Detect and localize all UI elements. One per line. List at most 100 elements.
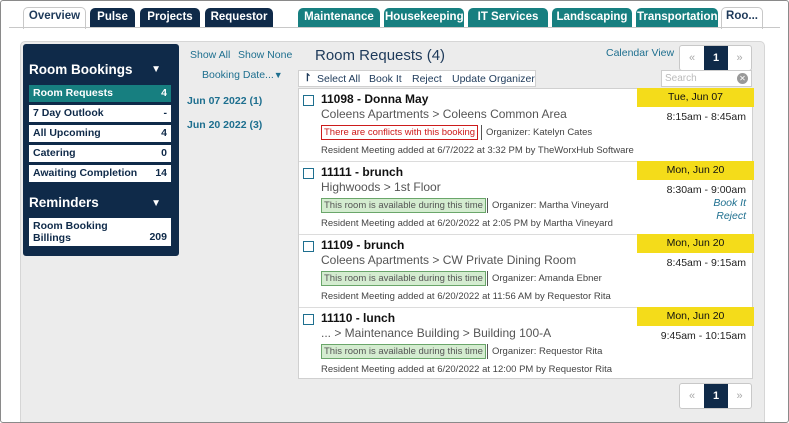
status-badge: This room is available during this time bbox=[321, 344, 486, 359]
page-title: Room Requests (4) bbox=[315, 47, 446, 64]
tab-it-services[interactable]: IT Services bbox=[468, 8, 548, 27]
time-range: 9:45am - 10:15am bbox=[660, 330, 746, 342]
tab-projects[interactable]: Projects bbox=[140, 8, 200, 27]
request-location: Coleens Apartments > CW Private Dining R… bbox=[321, 253, 577, 267]
sidebar-item-all-upcoming[interactable]: All Upcoming 4 bbox=[29, 125, 171, 142]
next-page-button[interactable]: » bbox=[728, 46, 751, 70]
sidebar-item-label: Catering bbox=[33, 147, 76, 159]
row-checkbox[interactable] bbox=[303, 241, 314, 252]
date-badge: Mon, Jun 20 bbox=[637, 234, 754, 253]
search-placeholder: Search bbox=[665, 73, 697, 84]
close-icon[interactable]: ✕ bbox=[737, 73, 748, 84]
tab-overview[interactable]: Overview bbox=[23, 7, 86, 29]
date-badge: Tue, Jun 07 bbox=[637, 88, 754, 107]
date-filter-item[interactable]: Jun 07 2022 (1) bbox=[187, 95, 262, 107]
sidebar-item-room-requests[interactable]: Room Requests 4 bbox=[29, 85, 171, 102]
chevron-down-icon: ▼ bbox=[273, 70, 283, 80]
tab-transportation[interactable]: Transportation bbox=[636, 8, 718, 27]
status-badge: This room is available during this time bbox=[321, 271, 486, 286]
row-checkbox[interactable] bbox=[303, 314, 314, 325]
tab-divider bbox=[9, 27, 780, 28]
request-title[interactable]: 11110 - lunch bbox=[321, 311, 395, 325]
search-input[interactable]: Search ✕ bbox=[661, 70, 752, 87]
sidebar-item-catering[interactable]: Catering 0 bbox=[29, 145, 171, 162]
pagination-top: « 1 » bbox=[679, 45, 752, 71]
show-none-link[interactable]: Show None bbox=[238, 49, 292, 61]
organizer-label: Organizer: Katelyn Cates bbox=[481, 125, 592, 140]
prev-page-button[interactable]: « bbox=[680, 46, 704, 70]
sidebar-item-count: 0 bbox=[161, 147, 167, 159]
sort-icon[interactable]: ↾ bbox=[303, 72, 312, 84]
sidebar-title: Room Bookings bbox=[29, 62, 133, 77]
page-number-button[interactable]: 1 bbox=[704, 46, 728, 70]
row-checkbox[interactable] bbox=[303, 168, 314, 179]
organizer-label: Organizer: Requestor Rita bbox=[487, 344, 602, 359]
time-range: 8:30am - 9:00am bbox=[666, 184, 746, 196]
added-info: Resident Meeting added at 6/20/2022 at 1… bbox=[321, 364, 612, 375]
sidebar-item-count: 209 bbox=[149, 231, 167, 243]
tab-housekeeping[interactable]: Housekeeping bbox=[384, 8, 464, 27]
list-item[interactable]: 11110 - lunch ... > Maintenance Building… bbox=[299, 307, 754, 381]
date-badge: Mon, Jun 20 bbox=[637, 161, 754, 180]
sidebar-item-label: 7 Day Outlook bbox=[33, 107, 104, 119]
reminders-title: Reminders bbox=[29, 195, 99, 210]
request-location: ... > Maintenance Building > Building 10… bbox=[321, 326, 552, 340]
update-organizer-button[interactable]: Update Organizer bbox=[452, 73, 535, 85]
sidebar-item-label: Awaiting Completion bbox=[33, 167, 138, 179]
list-item[interactable]: 11109 - brunch Coleens Apartments > CW P… bbox=[299, 234, 754, 308]
sidebar-item-count: 4 bbox=[161, 127, 167, 139]
sidebar-item-room-booking-billings[interactable]: Room Booking Billings 209 bbox=[29, 218, 171, 246]
action-toolbar: ↾ Select All Book It Reject Update Organ… bbox=[298, 70, 536, 87]
sidebar-item-awaiting-completion[interactable]: Awaiting Completion 14 bbox=[29, 165, 171, 182]
page-number-button[interactable]: 1 bbox=[704, 384, 728, 408]
tab-room-bookings[interactable]: Roo... bbox=[721, 7, 763, 29]
sidebar-item-count: 14 bbox=[155, 167, 167, 179]
request-location: Coleens Apartments > Coleens Common Area bbox=[321, 107, 567, 121]
prev-page-button[interactable]: « bbox=[680, 384, 704, 408]
sidebar-item-label: All Upcoming bbox=[33, 127, 101, 139]
status-badge: There are conflicts with this booking bbox=[321, 125, 479, 140]
pagination-bottom: « 1 » bbox=[679, 383, 752, 409]
sidebar-item-7-day-outlook[interactable]: 7 Day Outlook - bbox=[29, 105, 171, 122]
sidebar-item-label: Room Requests bbox=[33, 87, 113, 99]
request-title[interactable]: 11098 - Donna May bbox=[321, 92, 428, 106]
tab-requestor[interactable]: Requestor bbox=[205, 8, 273, 27]
request-title[interactable]: 11109 - brunch bbox=[321, 238, 404, 252]
organizer-label: Organizer: Amanda Ebner bbox=[487, 271, 602, 286]
request-location: Highwoods > 1st Floor bbox=[321, 180, 441, 194]
tab-pulse[interactable]: Pulse bbox=[90, 8, 135, 27]
sort-dropdown[interactable]: Booking Date...▼ bbox=[202, 69, 283, 81]
sort-label: Booking Date... bbox=[202, 69, 274, 81]
reject-link[interactable]: Reject bbox=[716, 210, 746, 222]
window-frame: { "tabs": [ {"label": "Overview"}, {"lab… bbox=[0, 0, 789, 423]
added-info: Resident Meeting added at 6/7/2022 at 3:… bbox=[321, 145, 634, 156]
organizer-label: Organizer: Martha Vineyard bbox=[487, 198, 609, 213]
request-list: 11098 - Donna May Coleens Apartments > C… bbox=[298, 88, 754, 381]
show-all-link[interactable]: Show All bbox=[190, 49, 230, 61]
sidebar-item-count: 4 bbox=[161, 87, 167, 99]
time-range: 8:45am - 9:15am bbox=[666, 257, 746, 269]
tab-maintenance[interactable]: Maintenance bbox=[298, 8, 380, 27]
calendar-view-link[interactable]: Calendar View bbox=[606, 47, 674, 59]
status-badge: This room is available during this time bbox=[321, 198, 486, 213]
chevron-down-icon[interactable]: ▼ bbox=[151, 64, 161, 75]
date-badge: Mon, Jun 20 bbox=[637, 307, 754, 326]
sidebar-item-count: - bbox=[163, 107, 168, 119]
time-range: 8:15am - 8:45am bbox=[666, 111, 746, 123]
book-it-button[interactable]: Book It bbox=[369, 73, 402, 85]
row-checkbox[interactable] bbox=[303, 95, 314, 106]
tab-landscaping[interactable]: Landscaping bbox=[552, 8, 632, 27]
list-item[interactable]: 11098 - Donna May Coleens Apartments > C… bbox=[299, 88, 754, 162]
reject-button[interactable]: Reject bbox=[412, 73, 442, 85]
sidebar-item-label: Room Booking Billings bbox=[33, 220, 108, 244]
date-filter-item[interactable]: Jun 20 2022 (3) bbox=[187, 119, 262, 131]
sidebar: Room Bookings ▼ Room Requests 4 7 Day Ou… bbox=[23, 44, 179, 256]
select-all-button[interactable]: Select All bbox=[317, 73, 360, 85]
request-title[interactable]: 11111 - brunch bbox=[321, 165, 403, 179]
chevron-down-icon[interactable]: ▼ bbox=[151, 198, 161, 209]
added-info: Resident Meeting added at 6/20/2022 at 2… bbox=[321, 218, 613, 229]
added-info: Resident Meeting added at 6/20/2022 at 1… bbox=[321, 291, 611, 302]
next-page-button[interactable]: » bbox=[728, 384, 751, 408]
list-item[interactable]: 11111 - brunch Highwoods > 1st Floor Thi… bbox=[299, 161, 754, 235]
book-it-link[interactable]: Book It bbox=[713, 197, 746, 209]
